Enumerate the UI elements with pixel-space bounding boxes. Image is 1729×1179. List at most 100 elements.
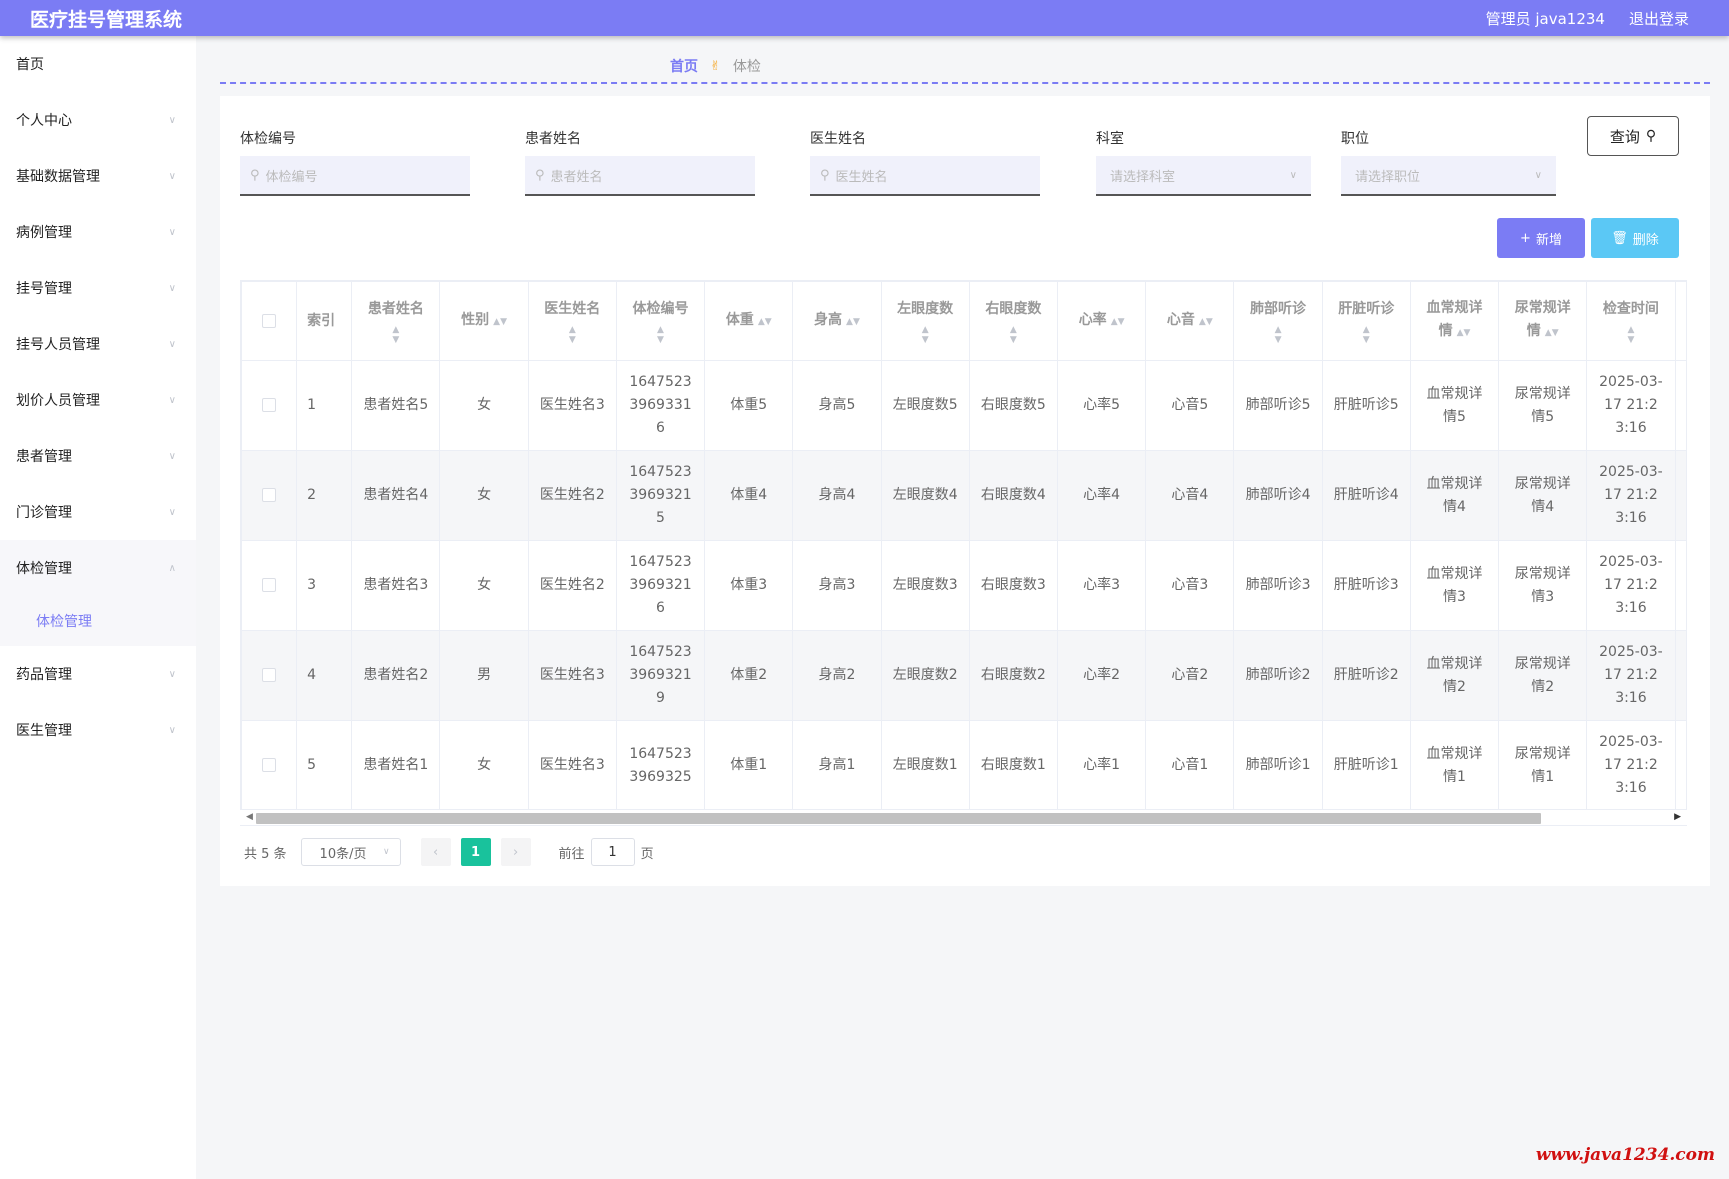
row-checkbox[interactable] [262,758,277,772]
chevron-down-icon: ∨ [168,226,176,238]
row-checkbox[interactable] [262,398,277,412]
sidebar-item-cases[interactable]: 病例管理 ∨ [0,204,196,260]
page-number-current[interactable]: 1 [460,838,491,866]
department-select[interactable]: 请选择科室 ∨ [1096,156,1311,196]
logout-link[interactable]: 退出登录 [1629,8,1689,29]
col-heart-rate-label: 心率 [1078,311,1107,328]
sort-icon[interactable]: ▲▼ [493,317,507,327]
sort-icon[interactable]: ▲▼ [1244,325,1311,345]
prev-page-button[interactable]: ‹ [420,838,451,866]
col-right-eye[interactable]: 右眼度数 ▲ ▼ [968,281,1059,361]
table-row: 1 患者姓名5 女医生姓名3 16475233969331 6 体重5 身高5 左眼度数5 右… [241,360,1686,451]
col-code-label: 体检编号 [632,300,689,317]
col-left-eye[interactable]: 左眼度数 ▲ ▼ [880,281,970,361]
chevron-down-icon: ∨ [168,724,176,736]
chevron-down-icon: ∨ [1534,169,1542,181]
position-select[interactable]: 请选择职位 ∨ [1341,156,1556,196]
chevron-down-icon: ∨ [168,668,176,680]
cell-liver: 肝脏听诊3 [1321,540,1411,631]
row-checkbox[interactable] [262,668,277,682]
patient-name-input[interactable]: ⚲ 患者姓名 [525,156,755,196]
col-lung[interactable]: 肺部听诊 ▲ ▼ [1233,281,1323,361]
cell-weight: 体重2 [704,630,794,721]
cell-code: 16475233969321 9 [615,630,706,721]
breadcrumb-home[interactable]: 首页 [670,56,698,76]
sort-icon[interactable]: ▲▼ [539,325,606,345]
col-doctor[interactable]: 医生姓名 ▲ ▼ [527,281,617,361]
col-time[interactable]: 检查时间 ▲ ▼ [1586,281,1676,361]
sort-icon[interactable]: ▲▼ [1111,317,1125,327]
sidebar-item-basic-data[interactable]: 基础数据管理 ∨ [0,148,196,204]
sort-icon[interactable]: ▲▼ [892,325,959,345]
scrollbar-thumb[interactable] [256,813,1541,824]
col-gender[interactable]: 性别 ▲▼ [439,281,529,361]
sidebar-item-medicine[interactable]: 药品管理 ∨ [0,646,196,702]
pagination: 共 5 条 10条/页 ∨ ‹ 1 › 前往 1 页 [244,838,654,866]
add-button[interactable]: + 新增 [1497,218,1585,258]
sidebar-item-label: 基础数据管理 [16,169,100,185]
col-code[interactable]: 体检编号 ▲ ▼ [615,281,706,361]
exam-table: 索引 患者姓名 ▲ ▼ 性别 ▲▼ 医生姓名 ▲ ▼ 体检编号 ▲ ▼ 体重 ▲▼ 身高 ▲▼ 左… [240,280,1687,826]
cell-weight: 体重5 [704,360,794,451]
sidebar-item-home[interactable]: 首页 [0,36,196,92]
sort-icon[interactable]: ▲▼ [627,325,694,345]
sidebar-item-registration-staff[interactable]: 挂号人员管理 ∨ [0,316,196,372]
query-button[interactable]: 查询 ⚲ [1587,116,1679,156]
sort-icon[interactable]: ▲▼ [1457,328,1471,338]
sidebar-item-doctors[interactable]: 医生管理 ∨ [0,702,196,758]
select-all-checkbox[interactable] [262,313,277,328]
sidebar-item-personal-center[interactable]: 个人中心 ∨ [0,92,196,148]
exam-code-input[interactable]: ⚲ 体检编号 [240,156,470,196]
sidebar-item-outpatient[interactable]: 门诊管理 ∨ [0,484,196,540]
cell-index: 3 [296,540,353,631]
sidebar-item-label: 患者管理 [16,449,72,465]
scroll-left-arrow-icon[interactable]: ◀ [246,812,253,822]
sidebar-item-registration[interactable]: 挂号管理 ∨ [0,260,196,316]
col-height[interactable]: 身高 ▲▼ [792,281,882,361]
col-heart-sound[interactable]: 心音 ▲▼ [1145,281,1235,361]
row-checkbox[interactable] [262,578,277,592]
sort-icon[interactable]: ▲▼ [980,325,1047,345]
sidebar-subitem-physical-exam[interactable]: 体检管理 [0,596,196,646]
row-checkbox[interactable] [262,488,277,502]
cell-liver: 肝脏听诊4 [1321,450,1411,541]
goto-page-input[interactable]: 1 [590,838,635,866]
col-liver[interactable]: 肝脏听诊 ▲ ▼ [1321,281,1411,361]
search-icon: ⚲ [1645,128,1657,144]
sidebar-item-patients[interactable]: 患者管理 ∨ [0,428,196,484]
chevron-down-icon: ∨ [382,847,390,857]
cell-height: 身高2 [792,630,882,721]
sort-icon[interactable]: ▲▼ [1545,328,1559,338]
sidebar-item-pricing-staff[interactable]: 划价人员管理 ∨ [0,372,196,428]
sort-icon[interactable]: ▲▼ [1199,317,1213,327]
sort-icon[interactable]: ▲▼ [1597,325,1664,345]
cell-patient: 患者姓名1 [351,720,441,811]
sort-icon[interactable]: ▲▼ [362,325,429,345]
trash-icon: 🗑 [1611,230,1628,246]
col-weight[interactable]: 体重 ▲▼ [704,281,794,361]
page-size-select[interactable]: 10条/页 ∨ [300,838,401,866]
col-blood[interactable]: 血常规详情 ▲▼ [1409,281,1500,361]
sort-icon[interactable]: ▲▼ [846,317,860,327]
sort-icon[interactable]: ▲▼ [758,317,772,327]
col-patient[interactable]: 患者姓名 ▲ ▼ [351,281,441,361]
col-right-eye-label: 右眼度数 [985,300,1042,317]
cell-ops: ▤ 详情✎ 修 [1674,720,1686,811]
cell-ops: ▤ 详情✎ 修 [1674,540,1686,631]
col-urine[interactable]: 尿常规详情 ▲▼ [1498,281,1588,361]
horizontal-scrollbar[interactable]: ◀ ▶ [240,809,1687,825]
search-icon: ⚲ [535,167,545,183]
cell-doctor: 医生姓名2 [527,540,617,631]
sidebar-item-physical-exam[interactable]: 体检管理 ∧ [0,540,196,596]
goto-suffix: 页 [640,846,654,862]
cell-height: 身高5 [792,360,882,451]
col-heart-rate[interactable]: 心率 ▲▼ [1056,281,1147,361]
goto-prefix: 前往 [558,846,585,862]
cell-height: 身高4 [792,450,882,541]
delete-button[interactable]: 🗑 删除 [1591,218,1679,258]
doctor-name-input[interactable]: ⚲ 医生姓名 [810,156,1040,196]
breadcrumb-current: 体检 [732,59,761,75]
scroll-right-arrow-icon[interactable]: ▶ [1674,812,1681,822]
sort-icon[interactable]: ▲▼ [1333,325,1400,345]
next-page-button[interactable]: › [500,838,531,866]
